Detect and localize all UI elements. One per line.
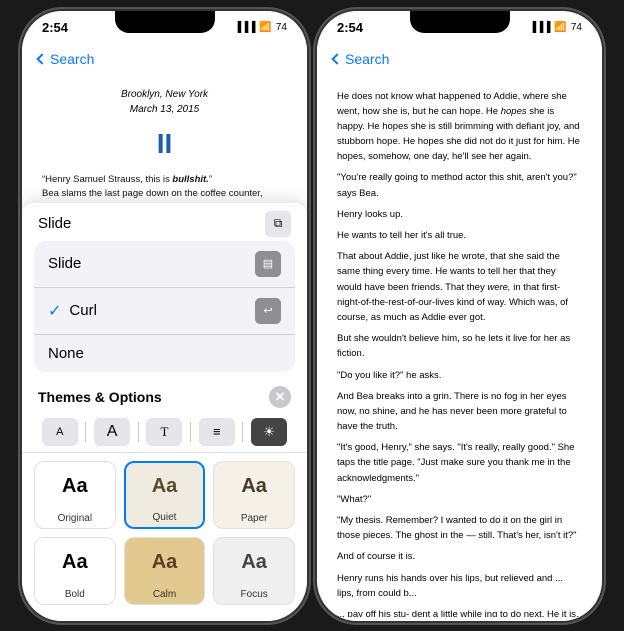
right-battery-label: 74 <box>571 22 582 33</box>
left-phone: 2:54 ▐▐▐ 📶 74 Search Brooklyn, New YorkM… <box>22 11 307 621</box>
theme-paper[interactable]: Aa Paper <box>213 461 295 529</box>
right-status-icons: ▐▐▐ 📶 74 <box>529 22 582 33</box>
theme-bold[interactable]: Aa Bold <box>34 537 116 605</box>
right-status-bar: 2:54 ▐▐▐ 📶 74 <box>317 11 602 41</box>
theme-quiet-preview: Aa <box>126 463 204 510</box>
themes-label: Themes & Options <box>38 389 162 405</box>
curl-box-icon: ↩ <box>255 298 281 324</box>
theme-calm-name: Calm <box>125 587 205 604</box>
themes-row: Themes & Options ✕ <box>22 378 307 412</box>
wifi-icon: 📶 <box>259 22 271 33</box>
right-time: 2:54 <box>337 20 363 35</box>
slide-option-none[interactable]: None <box>34 335 295 372</box>
font-align-btn[interactable]: ≡ <box>199 418 235 446</box>
theme-original[interactable]: Aa Original <box>34 461 116 529</box>
theme-bold-preview: Aa <box>35 538 115 587</box>
none-label: None <box>48 345 84 362</box>
left-nav-bar: Search <box>22 41 307 77</box>
left-back-button[interactable]: Search <box>38 51 94 67</box>
curl-checkmark: ✓ <box>48 301 61 321</box>
theme-original-preview: Aa <box>35 462 115 511</box>
curl-label: Curl <box>69 302 97 319</box>
left-time: 2:54 <box>42 20 68 35</box>
slide-header: Slide ⧉ <box>22 203 307 241</box>
font-small-btn[interactable]: A <box>42 418 78 446</box>
font-separator-3 <box>190 422 191 442</box>
theme-quiet[interactable]: Aa Quiet <box>124 461 206 529</box>
slide-box-icon: ▤ <box>255 251 281 277</box>
theme-focus-preview: Aa <box>214 538 294 587</box>
right-phone: 2:54 ▐▐▐ 📶 74 Search He does not know wh… <box>317 11 602 621</box>
left-status-icons: ▐▐▐ 📶 74 <box>234 22 287 33</box>
slide-panel: Slide ▤ ✓ Curl ↩ None <box>34 241 295 372</box>
theme-focus[interactable]: Aa Focus <box>213 537 295 605</box>
slide-title: Slide <box>38 215 71 232</box>
slide-option-curl[interactable]: ✓ Curl ↩ <box>34 288 295 335</box>
right-notch <box>410 11 510 33</box>
overlay-panel: Slide ⧉ Slide ▤ ✓ Curl <box>22 203 307 621</box>
notch <box>115 11 215 33</box>
right-wifi-icon: 📶 <box>554 22 566 33</box>
theme-bold-name: Bold <box>35 587 115 604</box>
slide-icon: ⧉ <box>265 211 291 237</box>
theme-quiet-name: Quiet <box>126 510 204 527</box>
theme-calm-preview: Aa <box>125 538 205 587</box>
right-book-content: He does not know what happened to Addie,… <box>317 77 602 617</box>
theme-calm[interactable]: Aa Calm <box>124 537 206 605</box>
phones-container: 2:54 ▐▐▐ 📶 74 Search Brooklyn, New YorkM… <box>22 11 602 621</box>
book-chapter: II <box>42 123 287 165</box>
theme-paper-name: Paper <box>214 511 294 528</box>
left-chevron-icon <box>36 53 47 64</box>
left-back-label: Search <box>50 51 94 67</box>
font-style-btn[interactable]: T <box>146 418 182 446</box>
font-separator <box>85 422 86 442</box>
book-location: Brooklyn, New YorkMarch 13, 2015 <box>42 87 287 117</box>
brightness-btn[interactable]: ☀ <box>251 418 287 446</box>
slide-label: Slide <box>48 255 81 272</box>
slide-option-slide[interactable]: Slide ▤ <box>34 241 295 288</box>
right-signal-icon: ▐▐▐ <box>529 22 550 33</box>
right-back-button[interactable]: Search <box>333 51 389 67</box>
left-status-bar: 2:54 ▐▐▐ 📶 74 <box>22 11 307 41</box>
transition-panel: Slide ⧉ Slide ▤ ✓ Curl <box>22 203 307 621</box>
battery-label: 74 <box>276 22 287 33</box>
right-nav-bar: Search <box>317 41 602 77</box>
signal-icon: ▐▐▐ <box>234 22 255 33</box>
font-separator-4 <box>242 422 243 442</box>
close-button[interactable]: ✕ <box>269 386 291 408</box>
right-back-label: Search <box>345 51 389 67</box>
theme-grid: Aa Original Aa Quiet Aa Paper Aa Bold <box>22 453 307 621</box>
theme-paper-preview: Aa <box>214 462 294 511</box>
theme-focus-name: Focus <box>214 587 294 604</box>
theme-original-name: Original <box>35 511 115 528</box>
font-separator-2 <box>138 422 139 442</box>
font-controls: A A T ≡ ☀ <box>22 412 307 453</box>
font-large-btn[interactable]: A <box>94 418 130 446</box>
right-chevron-icon <box>331 53 342 64</box>
